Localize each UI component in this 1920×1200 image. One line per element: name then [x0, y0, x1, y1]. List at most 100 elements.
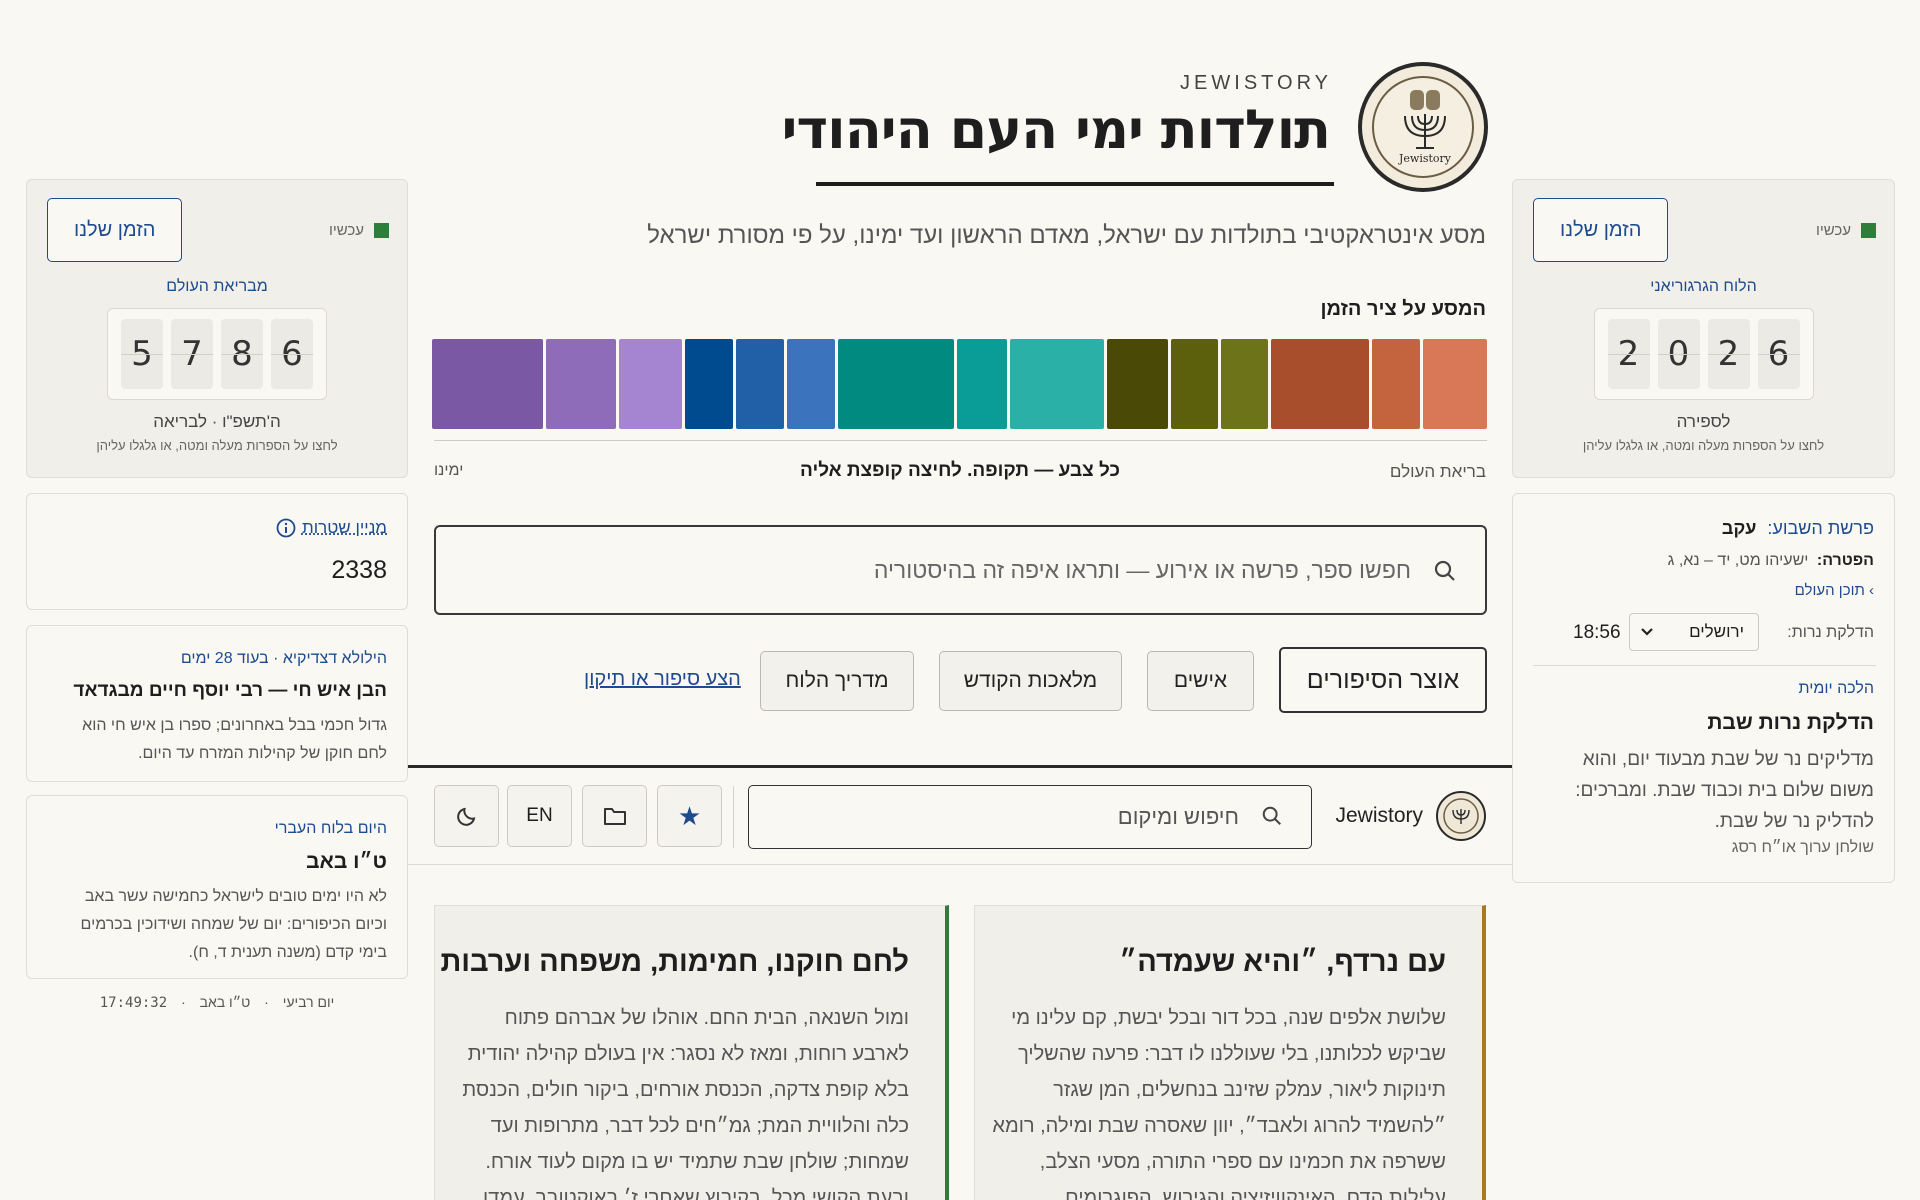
hebrew-day-label: היום בלוח העברי	[274, 820, 387, 837]
holy-crafts-button[interactable]: מלאכות הקודש	[939, 651, 1122, 711]
timeline-period-9[interactable]	[838, 339, 954, 429]
timeline-period-8[interactable]	[957, 339, 1007, 429]
story-card-line: תינוקות ליאור, עמלק שזינב בנחשלים, המן ש…	[1053, 1079, 1446, 1101]
shtarot-panel: מניין שטרות 2338	[26, 493, 408, 610]
year-digit[interactable]: 6	[1757, 319, 1800, 389]
folder-button[interactable]	[582, 785, 647, 847]
parasha-line: פרשת השבוע: עקב	[1722, 518, 1874, 539]
hebrew-calendar-label: מבריאת העולם	[166, 278, 268, 295]
hebrew-day-body: לא היו ימים טובים לישראל כחמישה עשר באב …	[81, 883, 387, 967]
hebrew-day-title: ט״ו באב	[306, 850, 387, 873]
timeline-period-4[interactable]	[1221, 339, 1268, 429]
our-time-button[interactable]: הזמן שלנו	[1533, 198, 1669, 262]
toc-link[interactable]: › תוכן העולם	[1795, 582, 1874, 599]
weekly-panel: פרשת השבוע: עקב הפטרה: ישעיהו מט, יד – נ…	[1512, 493, 1895, 883]
info-icon[interactable]	[276, 518, 296, 538]
year-digit[interactable]: 5	[121, 319, 163, 389]
timeline-bar-strip[interactable]	[432, 339, 1487, 429]
timeline-period-13[interactable]	[619, 339, 682, 429]
status-date: ט״ו באב	[199, 994, 251, 1010]
story-card-line: ״להשמיד להרוג ולאבד״, יוון שאסרה שבת ומי…	[992, 1115, 1446, 1137]
folder-icon	[603, 808, 626, 825]
timeline-period-10[interactable]	[787, 339, 835, 429]
timeline-period-11[interactable]	[736, 339, 784, 429]
story-card-community[interactable]: לחם חוקנו, חמימות, משפחה וערבות ומול השנ…	[434, 905, 949, 1200]
our-time-button[interactable]: הזמן שלנו	[47, 198, 183, 262]
digits-hint: לחצו על הספרות מעלה ומטה, או גלגלו עליהן	[1582, 438, 1825, 453]
topbar-brand[interactable]: Jewistory	[1335, 804, 1423, 828]
year-digits[interactable]: 5 7 8 6	[107, 308, 327, 400]
halacha-line: משום שלום בית וכבוד שבת. ומברכים:	[1575, 780, 1874, 801]
story-card-title: לחם חוקנו, חמימות, משפחה וערבות	[440, 946, 909, 978]
suggest-story-link[interactable]: הצע סיפור או תיקון	[584, 668, 741, 691]
timeline-period-7[interactable]	[1010, 339, 1104, 429]
story-card-line: כלה והלוויית המת; גמ״חים לכל דבר, מתרופו…	[490, 1115, 909, 1137]
hillula-title: הבן איש חי — רבי יוסף חיים מבגדאד	[73, 680, 387, 701]
language-button[interactable]: EN	[507, 785, 572, 847]
timeline-period-6[interactable]	[1107, 339, 1168, 429]
hebrew-day-line: בימי קדם (משנה תענית ד, ח).	[188, 944, 387, 961]
now-status-square	[1861, 223, 1876, 238]
story-card-line: עלילות הדם, האינקוויזיציה והגירוש, הפוגר…	[1065, 1187, 1446, 1200]
story-card-persecution[interactable]: עם נרדף, ״והיא שעמדה״ שלושת אלפים שנה, ב…	[974, 905, 1486, 1200]
now-indicator: עכשיו	[1816, 222, 1876, 239]
page-subtitle: מסע אינטראקטיבי בתולדות עם ישראל, מאדם ה…	[647, 222, 1486, 249]
calendar-guide-button[interactable]: מדריך הלוח	[760, 651, 914, 711]
timeline-period-3[interactable]	[1271, 339, 1369, 429]
story-treasury-button[interactable]: אוצר הסיפורים	[1279, 647, 1487, 713]
shtarot-label-row[interactable]: מניין שטרות	[276, 518, 387, 538]
year-digits[interactable]: 2 0 2 6	[1593, 308, 1814, 400]
dark-mode-button[interactable]	[434, 785, 499, 847]
menorah-icon	[1443, 798, 1479, 834]
parasha-name: עקב	[1721, 518, 1757, 538]
story-card-body: שלושת אלפים שנה, בכל דור ובכל יבשת, קם ע…	[992, 1000, 1446, 1200]
shtarot-label[interactable]: מניין שטרות	[302, 518, 387, 538]
timeline-period-2[interactable]	[1372, 339, 1420, 429]
search-icon	[1434, 560, 1455, 581]
halacha-source: שולחן ערוך או״ח רסג	[1731, 839, 1874, 856]
favorites-button[interactable]: ★	[657, 785, 722, 847]
main-search-input[interactable]: חפשו ספר, פרשה או אירוע — ותראו איפה זה …	[434, 525, 1487, 615]
story-card-line: ומול השנאה, הבית החם. אוהלו של אברהם פתו…	[504, 1007, 909, 1029]
moon-icon	[456, 807, 475, 826]
hillula-label: הילולא דצדיקיא · בעוד 28 ימים	[180, 650, 387, 667]
halacha-line: להדליק נר של שבת.	[1714, 811, 1874, 832]
timeline-period-15[interactable]	[432, 339, 543, 429]
timeline-period-12[interactable]	[685, 339, 733, 429]
year-digit[interactable]: 2	[1607, 319, 1650, 389]
status-line: יום רביעי · ט״ו באב · 17:49:32	[99, 994, 335, 1011]
year-digit[interactable]: 8	[221, 319, 263, 389]
era-label: ה'תשפ"ו · לבריאה	[153, 412, 281, 431]
story-card-line: לארבע רוחות, ומאז לא נסגר: אין בעולם קהי…	[467, 1043, 909, 1065]
city-select[interactable]: ירושלים	[1629, 613, 1759, 651]
story-card-line: ששרפה את חכמינו עם ספרי התורה, מסעי הצלב…	[1039, 1151, 1446, 1173]
gregorian-calendar-label: הלוח הגרגוריאני	[1650, 278, 1757, 295]
story-card-line: שמחות; שולחן שבת שתמיד יש בו מקום לעוד א…	[485, 1151, 909, 1173]
year-digit[interactable]: 7	[171, 319, 213, 389]
year-digit[interactable]: 6	[271, 319, 313, 389]
logo-emblem[interactable]: Jewistory	[1358, 62, 1488, 192]
timeline-period-14[interactable]	[546, 339, 616, 429]
place-search-input[interactable]: חיפוש ומיקום	[748, 785, 1312, 849]
hillula-line: לחם חוקן של קהילות המזרח עד היום.	[138, 745, 387, 762]
timeline-start-label: בריאת העולם	[1389, 462, 1486, 481]
main-search-placeholder: חפשו ספר, פרשה או אירוע — ותראו איפה זה …	[873, 557, 1411, 583]
year-digit[interactable]: 2	[1707, 319, 1750, 389]
timeline-rule	[434, 440, 1487, 441]
hillula-panel: הילולא דצדיקיא · בעוד 28 ימים הבן איש חי…	[26, 625, 408, 782]
story-card-line: שלושת אלפים שנה, בכל דור ובכל יבשת, קם ע…	[1011, 1007, 1446, 1029]
hillula-body: גדול חכמי בבל באחרונים; ספרו בן איש חי ה…	[82, 712, 387, 768]
candle-time: 18:56	[1573, 622, 1621, 643]
topbar-logo[interactable]	[1436, 791, 1486, 841]
now-indicator: עכשיו	[329, 222, 389, 239]
halacha-label: הלכה יומית	[1798, 680, 1874, 697]
menorah-icon: Jewistory	[1398, 90, 1452, 165]
chevron-down-icon	[1641, 628, 1653, 636]
era-label: לספירה	[1676, 412, 1731, 431]
timeline-period-5[interactable]	[1171, 339, 1218, 429]
year-digit[interactable]: 0	[1657, 319, 1700, 389]
people-button[interactable]: אישים	[1147, 651, 1254, 711]
city-select-value: ירושלים	[1689, 622, 1744, 641]
timeline-period-1[interactable]	[1423, 339, 1487, 429]
timeline-heading: המסע על ציר הזמן	[1320, 298, 1486, 320]
